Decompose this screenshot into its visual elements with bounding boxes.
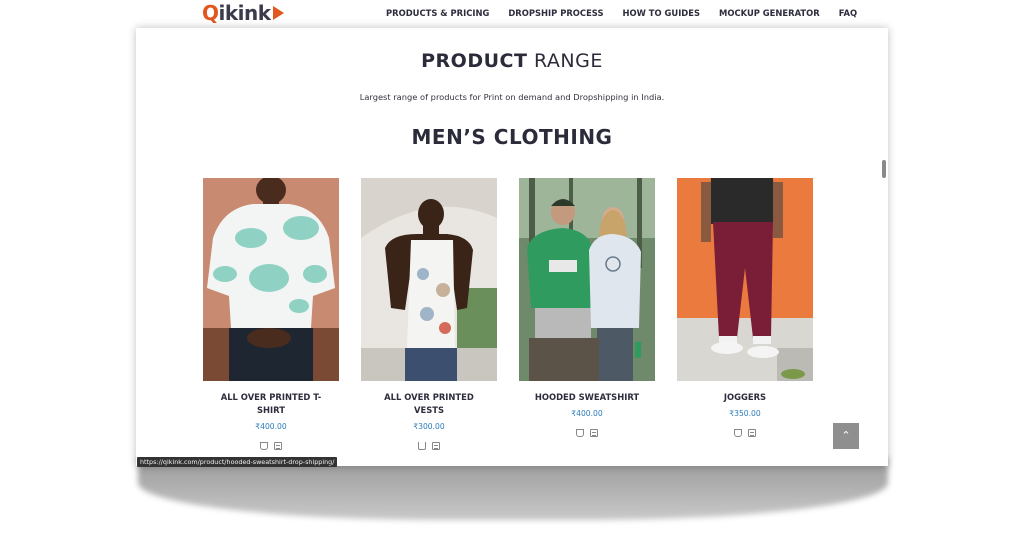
product-name-joggers[interactable]: JOGGERS (685, 391, 805, 404)
product-card-vests[interactable]: ALL OVER PRINTED VESTS ₹300.00 (361, 178, 497, 452)
list-icon[interactable] (274, 442, 282, 450)
product-actions-vests (361, 442, 497, 450)
logo-letter: Q (202, 1, 219, 25)
nav-dropship-process[interactable]: DROPSHIP PROCESS (508, 8, 603, 18)
section-title-thin: RANGE (533, 50, 603, 72)
list-icon[interactable] (432, 442, 440, 450)
qikink-logo[interactable]: Qikink (202, 1, 284, 25)
logo-text: ikink (218, 1, 272, 25)
product-card-joggers[interactable]: JOGGERS ₹350.00 (677, 178, 813, 452)
cart-icon[interactable] (734, 429, 742, 437)
nav-faq[interactable]: FAQ (839, 8, 857, 18)
category-heading: MEN’S CLOTHING (411, 125, 613, 149)
cart-icon[interactable] (260, 442, 268, 450)
product-actions-joggers (677, 429, 813, 437)
product-range-section: PRODUCT RANGE Largest range of products … (136, 28, 888, 466)
back-to-top-button[interactable]: ⌃ (833, 423, 859, 449)
product-name-hooded-sweatshirt[interactable]: HOODED SWEATSHIRT (527, 391, 647, 404)
top-navigation: Qikink PRODUCTS & PRICING DROPSHIP PROCE… (0, 0, 1024, 28)
status-bar-url: https://qikink.com/product/hooded-sweats… (137, 457, 338, 467)
product-name-tshirt[interactable]: ALL OVER PRINTED T-SHIRT (211, 391, 331, 417)
product-actions-tshirt (203, 442, 339, 450)
product-price-tshirt: ₹400.00 (255, 422, 287, 431)
cart-icon[interactable] (576, 429, 584, 437)
cart-icon[interactable] (418, 442, 426, 450)
product-image-vests[interactable] (361, 178, 497, 381)
product-price-vests: ₹300.00 (413, 422, 445, 431)
product-image-hooded-sweatshirt[interactable] (519, 178, 655, 381)
product-image-joggers[interactable] (677, 178, 813, 381)
product-name-vests[interactable]: ALL OVER PRINTED VESTS (369, 391, 489, 417)
nav-products-pricing[interactable]: PRODUCTS & PRICING (386, 8, 489, 18)
chevron-up-icon: ⌃ (841, 430, 851, 442)
list-icon[interactable] (748, 429, 756, 437)
product-image-tshirt[interactable] (203, 178, 339, 381)
scrollbar-thumb[interactable] (882, 160, 886, 178)
nav-how-to-guides[interactable]: HOW TO GUIDES (622, 8, 700, 18)
list-icon[interactable] (590, 429, 598, 437)
page-shadow (138, 458, 888, 520)
section-title-bold: PRODUCT (421, 50, 528, 72)
section-title: PRODUCT RANGE (136, 50, 888, 72)
nav-mockup-generator[interactable]: MOCKUP GENERATOR (719, 8, 820, 18)
product-price-joggers: ₹350.00 (729, 409, 761, 418)
product-card-tshirt[interactable]: ALL OVER PRINTED T-SHIRT ₹400.00 (203, 178, 339, 452)
product-actions-hooded-sweatshirt (519, 429, 655, 437)
play-icon (272, 6, 284, 20)
product-price-hooded-sweatshirt: ₹400.00 (571, 409, 603, 418)
section-subtitle: Largest range of products for Print on d… (359, 92, 665, 102)
main-menu: PRODUCTS & PRICING DROPSHIP PROCESS HOW … (386, 8, 857, 18)
product-card-hooded-sweatshirt[interactable]: HOODED SWEATSHIRT ₹400.00 (519, 178, 655, 452)
